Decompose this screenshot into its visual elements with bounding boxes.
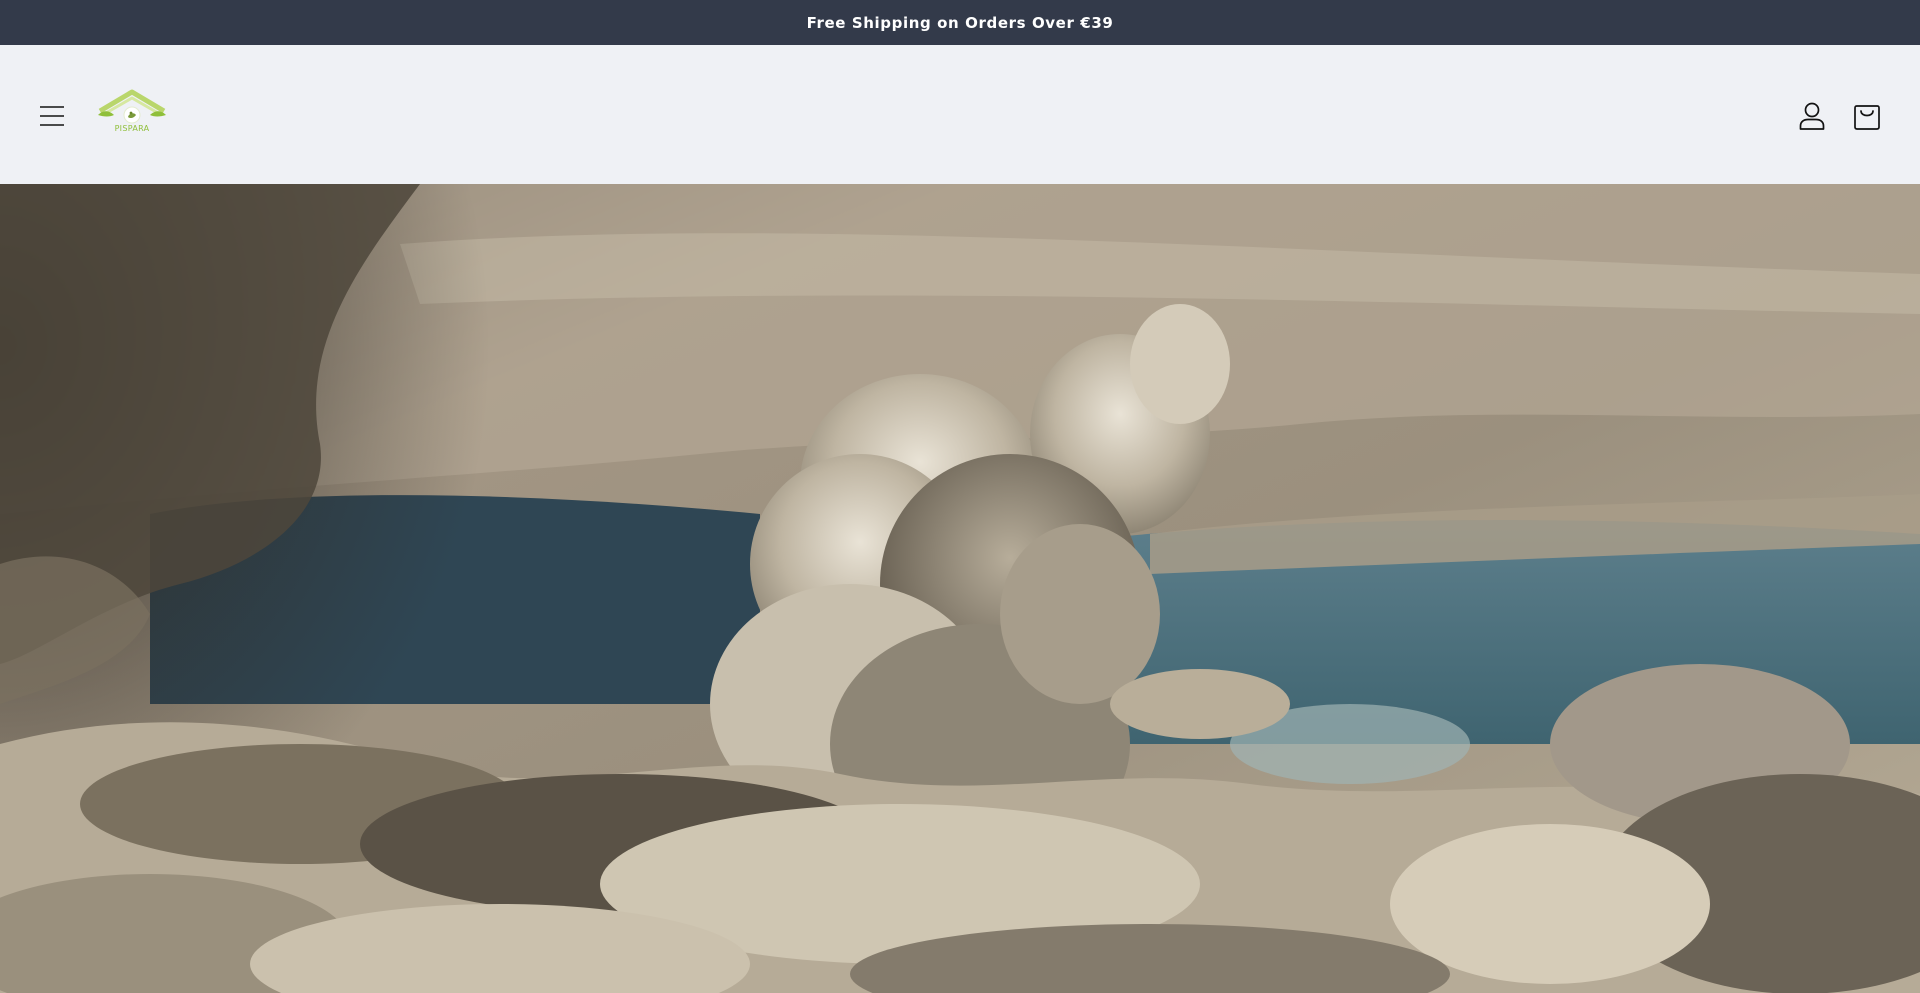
- logo-link[interactable]: PISPARA: [96, 89, 168, 141]
- announcement-text: Free Shipping on Orders Over €39: [806, 13, 1114, 32]
- shopping-cart-icon: [1854, 105, 1880, 130]
- logo-house-icon: [98, 89, 166, 124]
- announcement-bar: Free Shipping on Orders Over €39: [0, 0, 1920, 45]
- hero-banner-image: [0, 184, 1920, 993]
- account-button[interactable]: [1790, 94, 1834, 138]
- site-header: PISPARA: [0, 45, 1920, 184]
- menu-button[interactable]: [30, 94, 74, 138]
- hamburger-menu-icon: [40, 106, 64, 126]
- cloudscape-image: [0, 184, 1920, 993]
- account-user-icon: [1799, 102, 1825, 130]
- logo-text: PISPARA: [114, 124, 150, 133]
- cart-button[interactable]: [1845, 94, 1889, 138]
